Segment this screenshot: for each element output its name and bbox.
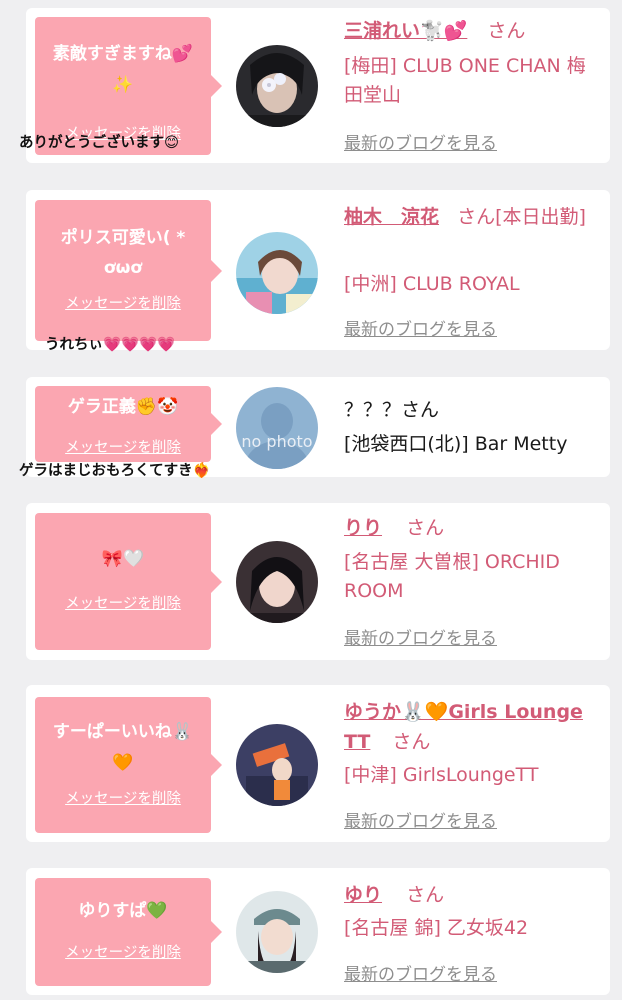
message-text: 🎀🤍 [101,549,145,569]
shop-name: [名古屋 錦] 乙女坂42 [344,917,529,939]
san-suffix: さん [406,517,445,539]
message-bubble: 🎀🤍 メッセージを削除 [35,513,222,650]
shop-name: [名古屋 大曽根] ORCHID ROOM [344,551,560,602]
message-bubble: ゆりすぱ💚 メッセージを削除 [35,878,222,986]
message-text: ゲラ正義✊🤡 [67,397,179,417]
cast-name-line: りり さん [344,513,602,543]
delete-message-link[interactable]: メッセージを削除 [35,436,211,457]
blog-link[interactable]: 最新のブログを見る [344,315,497,340]
message-text: ポリス可愛い( * ơωơ [60,228,186,278]
shop-name: [中洲] CLUB ROYAL [344,273,520,295]
message-bubble: ゲラ正義✊🤡 メッセージを削除 [35,386,222,462]
reply-text: うれちぃ💗💗💗💗 [45,337,176,353]
message-bubble: ポリス可愛い( * ơωơ メッセージを削除 [35,200,222,341]
cast-name-line: ゆうか🐰🧡Girls Lounge TT さん [344,697,602,757]
avatar[interactable] [236,724,318,806]
reply-text: ゲラはまじおもろくてすき❤️‍🔥 [19,463,211,479]
avatar[interactable] [236,232,318,314]
shop-name: [池袋西口(北)] Bar Metty [344,433,568,455]
message-bubble: すーぱーいいね🐰 🧡 メッセージを削除 [35,697,222,833]
delete-message-link[interactable]: メッセージを削除 [35,292,211,313]
name-suffix: さん[本日出勤] [457,206,586,228]
avatar[interactable] [236,891,318,973]
cast-name-link[interactable]: りり [344,517,382,539]
blog-link[interactable]: 最新のブログを見る [344,807,497,832]
blog-link[interactable]: 最新のブログを見る [344,129,497,154]
cast-name-link[interactable]: ゆり [344,884,382,906]
delete-message-link[interactable]: メッセージを削除 [35,787,211,808]
no-photo-label: no photo [241,432,312,451]
cast-name: ？？？さん [344,399,440,421]
cast-name-line: ゆり さん [344,880,602,910]
message-text: 素敵すぎますね💕 ✨ [52,44,194,95]
san-suffix: さん [487,20,526,42]
san-suffix: さん [392,731,431,753]
cast-name-link[interactable]: ゆうか🐰🧡Girls Lounge TT [344,701,583,753]
cast-name-link[interactable]: 三浦れい🐩💕 [344,20,467,42]
delete-message-link[interactable]: メッセージを削除 [35,592,211,613]
shop-name: [梅田] CLUB ONE CHAN 梅田堂山 [344,55,586,106]
message-text: ゆりすぱ💚 [78,901,168,921]
cast-name-link[interactable]: 柚木 涼花 [344,206,439,228]
delete-message-link[interactable]: メッセージを削除 [35,941,211,962]
message-text: すーぱーいいね🐰 🧡 [52,722,194,773]
avatar[interactable]: no photo [236,387,318,469]
avatar[interactable] [236,45,318,127]
cast-name-line: 三浦れい🐩💕 さん [344,16,602,46]
san-suffix: さん [406,884,445,906]
avatar[interactable] [236,541,318,623]
cast-name-line: 柚木 涼花 さん[本日出勤] [344,202,602,232]
blog-link[interactable]: 最新のブログを見る [344,624,497,649]
reply-text: ありがとうございます😊 [19,135,180,151]
shop-name: [中津] GirlsLoungeTT [344,764,539,786]
blog-link[interactable]: 最新のブログを見る [344,960,497,985]
